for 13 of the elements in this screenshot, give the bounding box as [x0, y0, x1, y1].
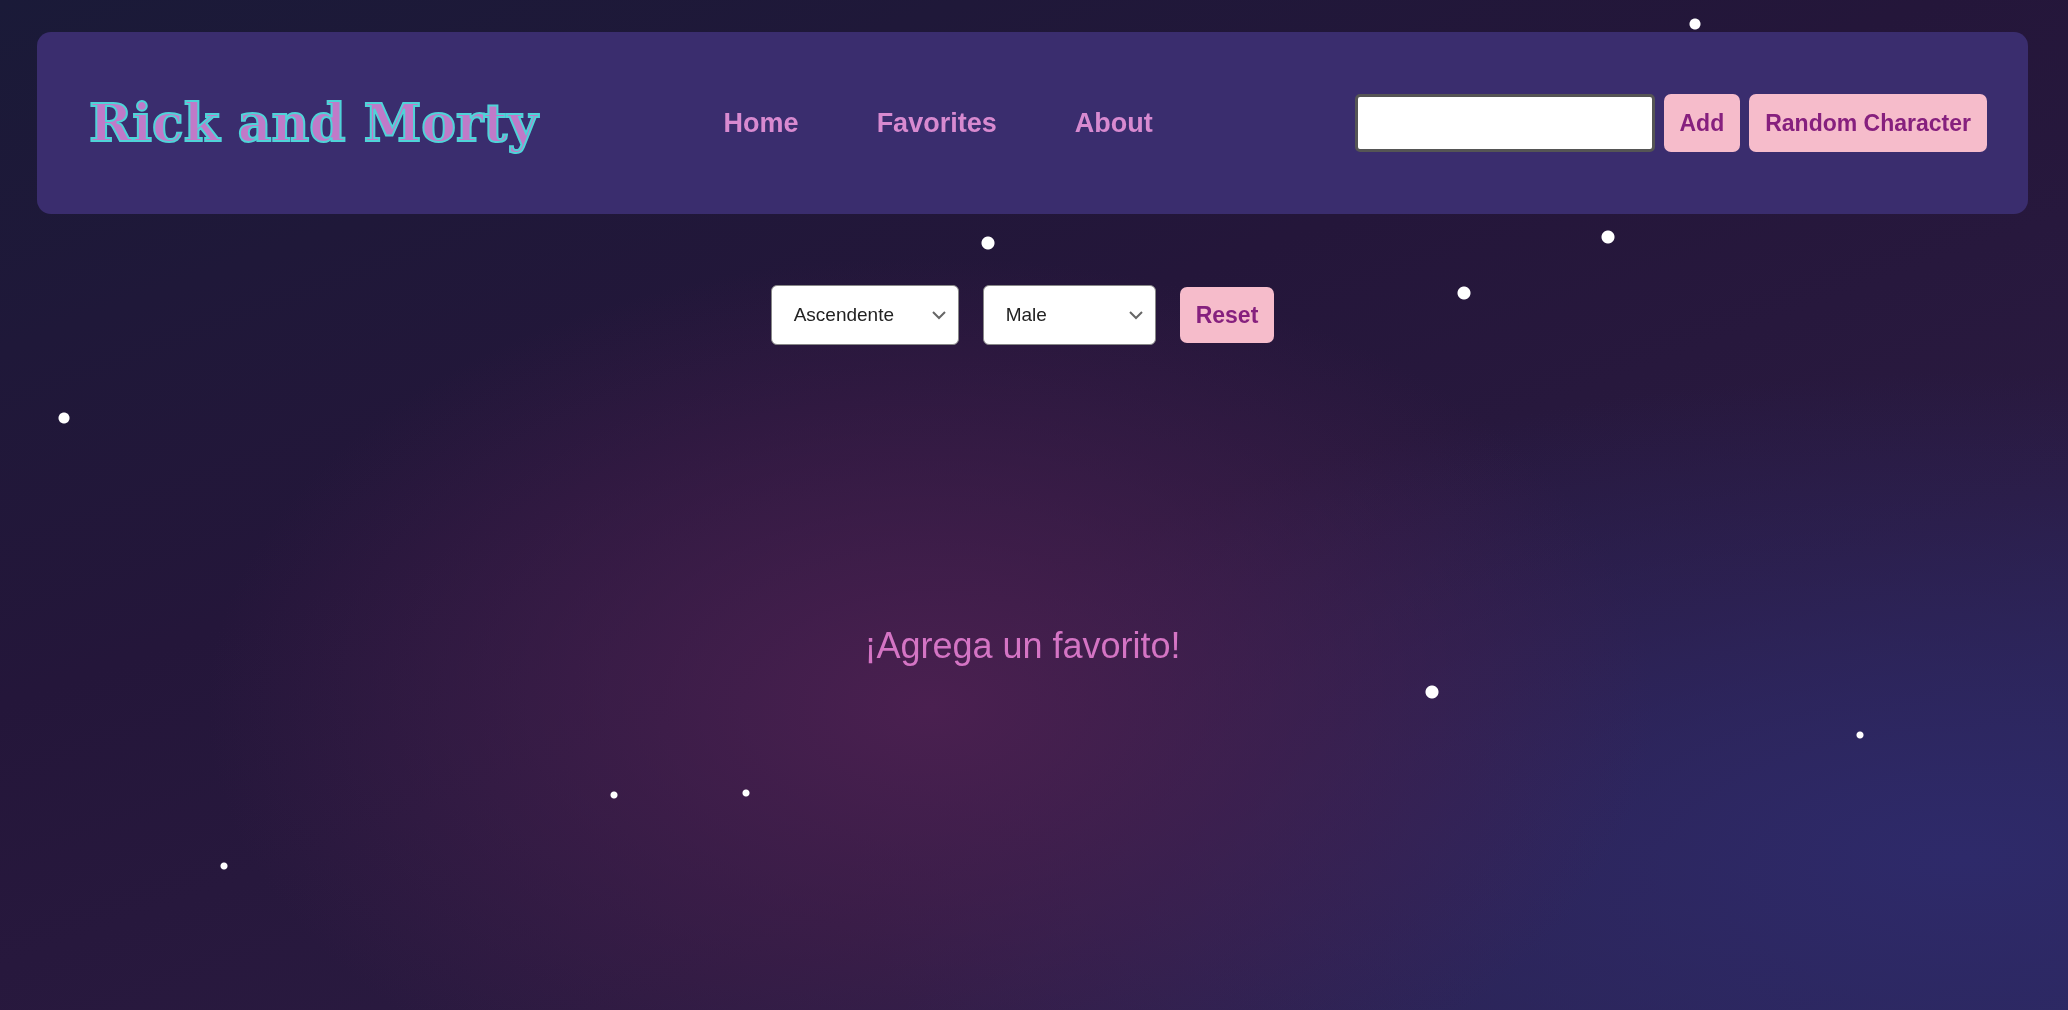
nav-button[interactable]: Random Character	[1749, 94, 1987, 152]
search-field[interactable]	[1354, 94, 1655, 152]
gender-dropdown[interactable]: Male	[982, 285, 1156, 345]
nav-link[interactable]: About	[1074, 107, 1153, 139]
reset-button[interactable]: Reset	[1179, 287, 1275, 343]
chevron-down-icon	[931, 310, 946, 320]
chevron-down-icon	[1128, 310, 1143, 320]
empty-message: ¡Agrega un favorito!	[863, 625, 1182, 667]
logo[interactable]: Rick and Morty	[83, 86, 544, 160]
nav-link[interactable]: Favorites	[876, 107, 997, 139]
order-dropdown[interactable]: Ascendente	[770, 285, 959, 345]
nav-link[interactable]: Home	[723, 107, 799, 139]
nav-button[interactable]: Add	[1663, 94, 1741, 152]
